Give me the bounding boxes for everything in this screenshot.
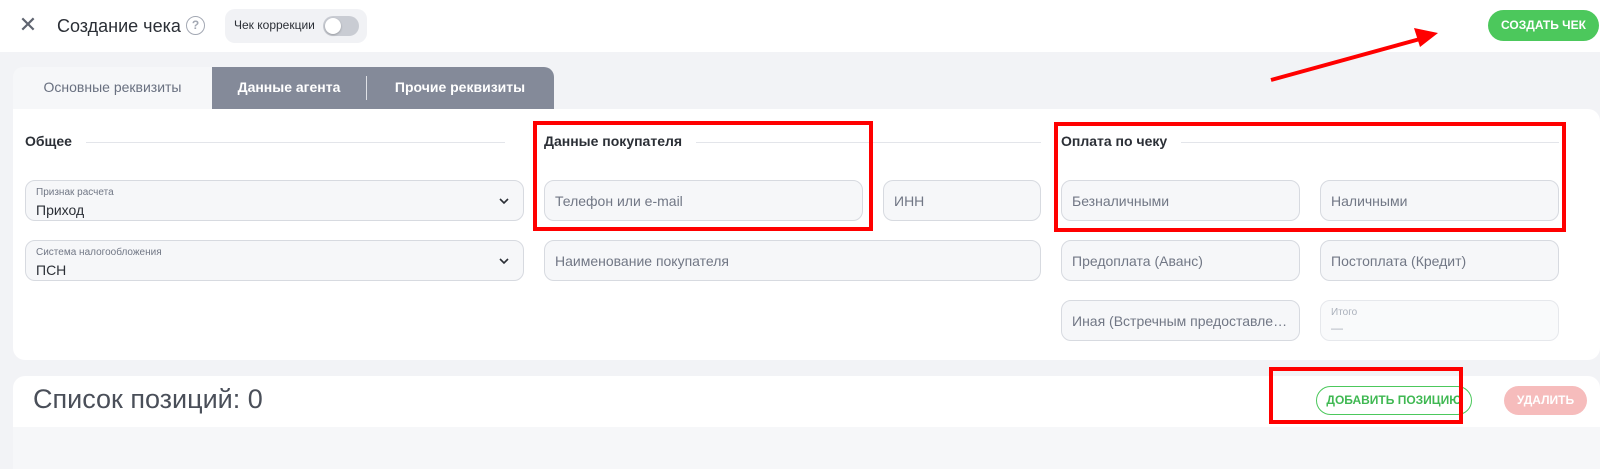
chevron-down-icon (499, 198, 509, 205)
receipt-form-card: Общее Признак расчета Приход Система нал… (13, 109, 1600, 360)
tab-divider (366, 76, 367, 100)
delete-button[interactable]: УДАЛИТЬ (1504, 386, 1587, 415)
tab-agent-data[interactable]: Данные агента (212, 67, 366, 109)
create-receipt-button[interactable]: СОЗДАТЬ ЧЕК (1488, 10, 1599, 41)
page-title: Создание чека (57, 16, 181, 36)
section-divider (25, 142, 505, 143)
correction-label: Чек коррекции (234, 18, 315, 32)
toggle-knob (325, 18, 341, 34)
correction-toggle-group: Чек коррекции (225, 9, 367, 43)
prepayment-input[interactable]: Предоплата (Аванс) (1061, 240, 1300, 281)
positions-card: Список позиций: 0 ДОБАВИТЬ ПОЗИЦИЮ УДАЛИ… (13, 376, 1600, 469)
section-title-buyer: Данные покупателя (544, 133, 697, 149)
question-circle-icon[interactable]: ? (186, 16, 205, 35)
field-value: — (1331, 321, 1343, 335)
tab-other-details[interactable]: Прочие реквизиты (366, 67, 554, 109)
field-placeholder: Наименование покупателя (555, 253, 729, 269)
section-title-general: Общее (25, 133, 86, 149)
buyer-inn-input[interactable]: ИНН (883, 180, 1041, 221)
correction-toggle[interactable] (323, 16, 359, 36)
other-payment-input[interactable]: Иная (Встречным предоставлен... (1061, 300, 1300, 341)
buyer-phone-email-input[interactable]: Телефон или e-mail (544, 180, 863, 221)
field-placeholder: Телефон или e-mail (555, 193, 683, 209)
chevron-down-icon (499, 258, 509, 265)
cashless-amount-input[interactable]: Безналичными (1061, 180, 1300, 221)
field-label: Система налогообложения (36, 247, 162, 258)
close-icon[interactable]: ✕ (17, 14, 39, 36)
field-label: Итого (1331, 307, 1358, 318)
top-bar: ✕ Создание чека ? Чек коррекции СОЗДАТЬ … (0, 0, 1600, 52)
postpayment-input[interactable]: Постоплата (Кредит) (1320, 240, 1559, 281)
add-position-button[interactable]: ДОБАВИТЬ ПОЗИЦИЮ (1316, 386, 1472, 415)
field-label: Признак расчета (36, 187, 114, 198)
field-placeholder: Безналичными (1072, 193, 1170, 209)
positions-title: Список позиций: 0 (33, 384, 263, 414)
tax-system-select[interactable]: Система налогообложения ПСН (25, 240, 524, 281)
field-placeholder: Иная (Встречным предоставлен... (1072, 313, 1291, 329)
field-placeholder: Предоплата (Аванс) (1072, 253, 1203, 269)
field-placeholder: ИНН (894, 193, 925, 209)
section-title-payment: Оплата по чеку (1061, 133, 1182, 149)
cash-amount-input[interactable]: Наличными (1320, 180, 1559, 221)
tab-main-details[interactable]: Основные реквизиты (13, 67, 212, 109)
field-placeholder: Постоплата (Кредит) (1331, 253, 1467, 269)
field-value: Приход (36, 202, 85, 218)
settlement-type-select[interactable]: Признак расчета Приход (25, 180, 524, 221)
buyer-name-input[interactable]: Наименование покупателя (544, 240, 1041, 281)
positions-list-area (13, 427, 1600, 469)
field-placeholder: Наличными (1331, 193, 1408, 209)
total-field: Итого — (1320, 300, 1559, 341)
field-value: ПСН (36, 262, 67, 278)
